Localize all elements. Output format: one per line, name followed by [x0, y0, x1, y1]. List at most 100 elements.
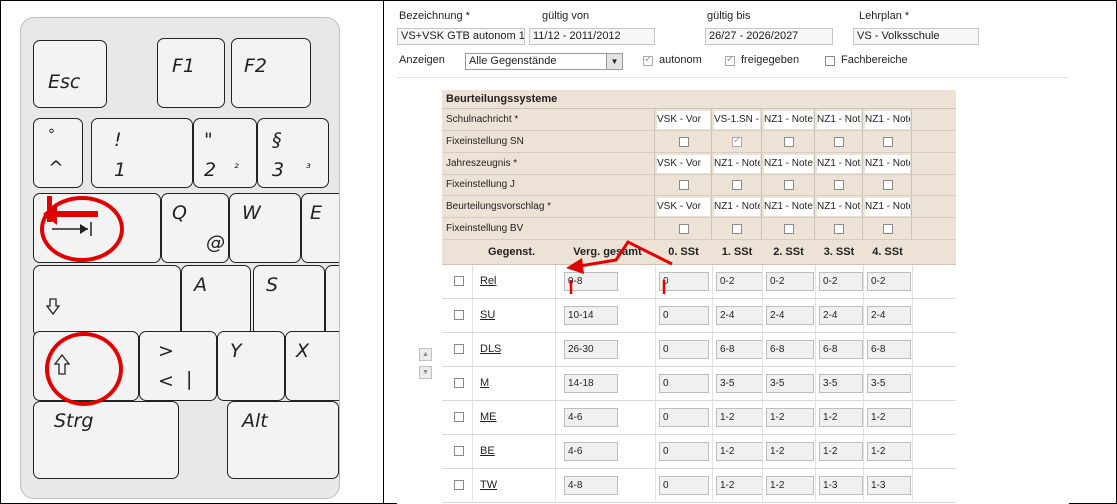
beurteilung-select[interactable]: NZ1 - Note: [714, 154, 760, 173]
subject-link[interactable]: TW: [480, 476, 497, 494]
bezeichnung-field[interactable]: VS+VSK GTB autonom 1: [397, 28, 525, 45]
sst-input[interactable]: 0: [659, 476, 709, 495]
sst-input[interactable]: 1-2: [766, 442, 814, 461]
subject-link[interactable]: ME: [480, 408, 497, 426]
gueltig-von-label: gültig von: [542, 10, 590, 22]
sst-input[interactable]: 6-8: [819, 340, 863, 359]
beurteilung-select[interactable]: NZ1 - Note: [817, 111, 861, 129]
sst-input[interactable]: 1-2: [867, 408, 911, 427]
beurteilung-select[interactable]: VSK - Vor: [657, 154, 710, 173]
verg-gesamt-input[interactable]: 26-30: [564, 340, 618, 359]
sst-input[interactable]: 3-5: [819, 374, 863, 393]
row-select-checkbox[interactable]: [454, 412, 464, 422]
anzeigen-select[interactable]: Alle Gegenstände ▼: [465, 53, 623, 70]
fixeinstellung-checkbox[interactable]: [678, 224, 689, 234]
sst-input[interactable]: 0: [659, 442, 709, 461]
sst-input[interactable]: 0-2: [716, 272, 763, 291]
fachbereiche-checkbox[interactable]: [825, 56, 835, 66]
beurteilung-select[interactable]: NZ1 - Note: [865, 154, 910, 173]
subject-link[interactable]: SU: [480, 306, 495, 324]
verg-gesamt-input[interactable]: 4-8: [564, 476, 618, 495]
sst-input[interactable]: 0-2: [819, 272, 863, 291]
fixeinstellung-checkbox[interactable]: [882, 224, 893, 234]
sst-input[interactable]: 6-8: [766, 340, 814, 359]
beurteilung-select[interactable]: NZ1 - Note: [714, 198, 760, 217]
sst-input[interactable]: 0: [659, 408, 709, 427]
freigegeben-checkbox[interactable]: [725, 54, 735, 66]
row-select-checkbox[interactable]: [454, 378, 464, 388]
sst-input[interactable]: 1-3: [819, 476, 863, 495]
fixeinstellung-checkbox[interactable]: [834, 136, 844, 147]
sst-input[interactable]: 0: [659, 306, 709, 325]
row-select-checkbox[interactable]: [454, 310, 464, 320]
verg-gesamt-input[interactable]: 4-6: [564, 408, 618, 427]
verg-gesamt-input[interactable]: 14-18: [564, 374, 618, 393]
y-key: Y: [217, 331, 285, 401]
subject-link[interactable]: DLS: [480, 340, 501, 358]
verg-gesamt-input[interactable]: 4-6: [564, 442, 618, 461]
beurteilung-select[interactable]: NZ1 - Note: [817, 198, 861, 217]
grid-line: [912, 401, 913, 434]
fixeinstellung-checkbox[interactable]: [834, 224, 844, 234]
sst-input[interactable]: 0-2: [766, 272, 814, 291]
subject-link[interactable]: M: [480, 374, 489, 392]
f2-key: F2: [231, 38, 311, 108]
sst-input[interactable]: 0-2: [867, 272, 911, 291]
fixeinstellung-checkbox[interactable]: [834, 180, 844, 191]
sst-input[interactable]: 0: [659, 340, 709, 359]
gueltig-bis-field[interactable]: 26/27 - 2026/2027: [705, 28, 833, 45]
sst-input[interactable]: 2-4: [716, 306, 763, 325]
row-select-checkbox[interactable]: [454, 276, 464, 286]
sst-input[interactable]: 1-2: [716, 476, 763, 495]
beurteilung-select[interactable]: VSK - Vor: [657, 111, 710, 129]
sst-input[interactable]: 0: [659, 374, 709, 393]
sst-input[interactable]: 2-4: [867, 306, 911, 325]
arrow-down-icon[interactable]: ▼: [419, 366, 432, 379]
verg-gesamt-input[interactable]: 10-14: [564, 306, 618, 325]
chevron-down-icon[interactable]: ▼: [606, 54, 622, 69]
sst-input[interactable]: 1-3: [867, 476, 911, 495]
fixeinstellung-checkbox[interactable]: [678, 136, 689, 147]
beurteilung-select[interactable]: NZ1 - Note: [764, 111, 813, 129]
autonom-checkbox[interactable]: [643, 54, 653, 66]
beurteilung-select[interactable]: VS-1.SN -: [714, 111, 760, 129]
beurteilung-select[interactable]: NZ1 - Note: [764, 198, 813, 217]
fixeinstellung-checkbox[interactable]: [678, 180, 689, 191]
beurteilung-select[interactable]: NZ1 - Note: [865, 111, 910, 129]
beurteilung-select[interactable]: NZ1 - Note: [764, 154, 813, 173]
sst-input[interactable]: 1-2: [766, 408, 814, 427]
arrow-up-icon[interactable]: ▲: [419, 348, 432, 361]
fixeinstellung-checkbox[interactable]: [783, 224, 794, 234]
f1-key: F1: [157, 38, 225, 108]
row-select-checkbox[interactable]: [454, 446, 464, 456]
sst-input[interactable]: 1-2: [716, 408, 763, 427]
fixeinstellung-checkbox[interactable]: [783, 180, 794, 191]
fixeinstellung-checkbox[interactable]: [783, 136, 794, 147]
sst-input[interactable]: 3-5: [867, 374, 911, 393]
sst-input[interactable]: 3-5: [716, 374, 763, 393]
sst-input[interactable]: 1-2: [766, 476, 814, 495]
gueltig-von-field[interactable]: 11/12 - 2011/2012: [529, 28, 655, 45]
fixeinstellung-checkbox[interactable]: [732, 135, 742, 147]
fixeinstellung-checkbox[interactable]: [882, 136, 893, 147]
beurteilung-select[interactable]: VSK - Vor: [657, 198, 710, 217]
subject-link[interactable]: Rel: [480, 272, 497, 290]
fixeinstellung-checkbox[interactable]: [882, 180, 893, 191]
sst-input[interactable]: 1-2: [819, 408, 863, 427]
row-select-checkbox[interactable]: [454, 480, 464, 490]
sst-input[interactable]: 1-2: [819, 442, 863, 461]
sst-input[interactable]: 1-2: [716, 442, 763, 461]
sst-input[interactable]: 2-4: [766, 306, 814, 325]
lehrplan-field[interactable]: VS - Volksschule: [853, 28, 979, 45]
subject-link[interactable]: BE: [480, 442, 495, 460]
sst-input[interactable]: 3-5: [766, 374, 814, 393]
sst-input[interactable]: 6-8: [867, 340, 911, 359]
fixeinstellung-checkbox[interactable]: [732, 180, 742, 191]
beurteilung-select[interactable]: NZ1 - Note: [865, 198, 910, 217]
beurteilung-select[interactable]: NZ1 - Note: [817, 154, 861, 173]
sst-input[interactable]: 6-8: [716, 340, 763, 359]
row-select-checkbox[interactable]: [454, 344, 464, 354]
sst-input[interactable]: 1-2: [867, 442, 911, 461]
fixeinstellung-checkbox[interactable]: [732, 224, 742, 234]
sst-input[interactable]: 2-4: [819, 306, 863, 325]
